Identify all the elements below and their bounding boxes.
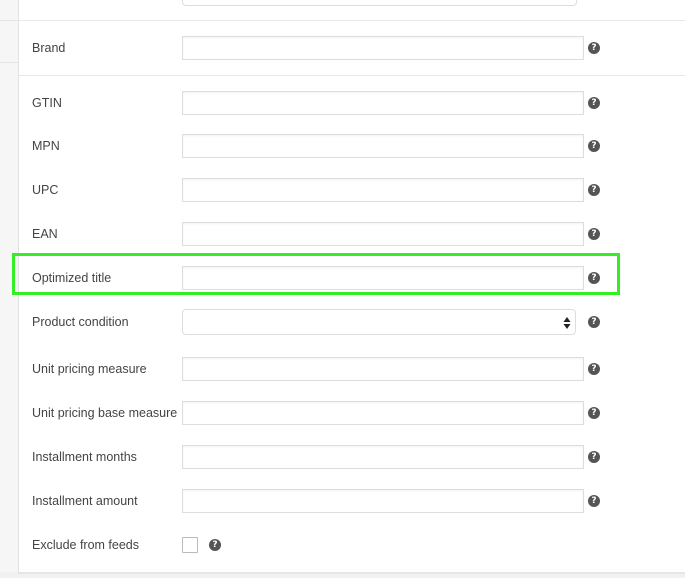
upc-input[interactable] [182,178,584,202]
field-row-installment-months: Installment months ? [19,440,685,474]
field-label: MPN [32,139,60,153]
divider [19,75,685,76]
field-label: Optimized title [32,271,112,285]
field-label: Exclude from feeds [32,538,139,552]
field-row-mpn: MPN ? [19,129,685,163]
help-icon[interactable]: ? [588,495,600,507]
brand-input[interactable] [182,36,584,60]
field-label: Installment amount [32,494,138,508]
field-label: EAN [32,227,58,241]
divider [0,20,18,21]
help-icon[interactable]: ? [588,451,600,463]
left-sidebar-strip [0,0,18,572]
help-icon[interactable]: ? [209,539,221,551]
installment-amount-input[interactable] [182,489,584,513]
help-icon[interactable]: ? [588,42,600,54]
field-row-product-condition: Product condition ? [19,305,685,339]
help-icon[interactable]: ? [588,228,600,240]
field-row-unit-pricing-base-measure: Unit pricing base measure ? [19,396,685,430]
divider [0,62,18,63]
installment-months-input[interactable] [182,445,584,469]
unit-pricing-measure-input[interactable] [182,357,584,381]
help-icon[interactable]: ? [588,140,600,152]
ean-input[interactable] [182,222,584,246]
field-row-optimized-title: Optimized title ? [19,261,685,295]
exclude-from-feeds-checkbox[interactable] [182,537,198,553]
field-row-brand: Brand ? [19,31,685,65]
help-icon[interactable]: ? [588,184,600,196]
help-icon[interactable]: ? [588,97,600,109]
help-icon[interactable]: ? [588,272,600,284]
divider [19,20,685,21]
select-arrows-icon [563,317,571,329]
field-label: Unit pricing measure [32,362,147,376]
field-row-installment-amount: Installment amount ? [19,484,685,518]
optimized-title-input[interactable] [182,266,584,290]
help-icon[interactable]: ? [588,407,600,419]
field-label: UPC [32,183,59,197]
unit-pricing-base-measure-input[interactable] [182,401,584,425]
help-icon[interactable]: ? [588,316,600,328]
field-row-unit-pricing-measure: Unit pricing measure ? [19,352,685,386]
product-condition-select[interactable] [182,309,576,335]
field-label: Product condition [32,315,129,329]
field-label: GTIN [32,96,62,110]
mpn-input[interactable] [182,134,584,158]
field-label: Unit pricing base measure [32,406,178,420]
field-label: Brand [32,41,66,55]
field-label: Installment months [32,450,137,464]
field-row-upc: UPC ? [19,173,685,207]
gtin-input[interactable] [182,91,584,115]
help-icon[interactable]: ? [588,363,600,375]
field-row-exclude-from-feeds: Exclude from feeds ? [19,528,685,562]
product-feed-fields-panel: Brand ? GTIN ? MPN ? UPC ? EAN ? Optimiz… [18,0,685,572]
field-row-ean: EAN ? [19,217,685,251]
field-row-gtin: GTIN ? [19,86,685,120]
panel-bottom-edge [18,572,685,574]
previous-select-field[interactable] [182,0,577,6]
